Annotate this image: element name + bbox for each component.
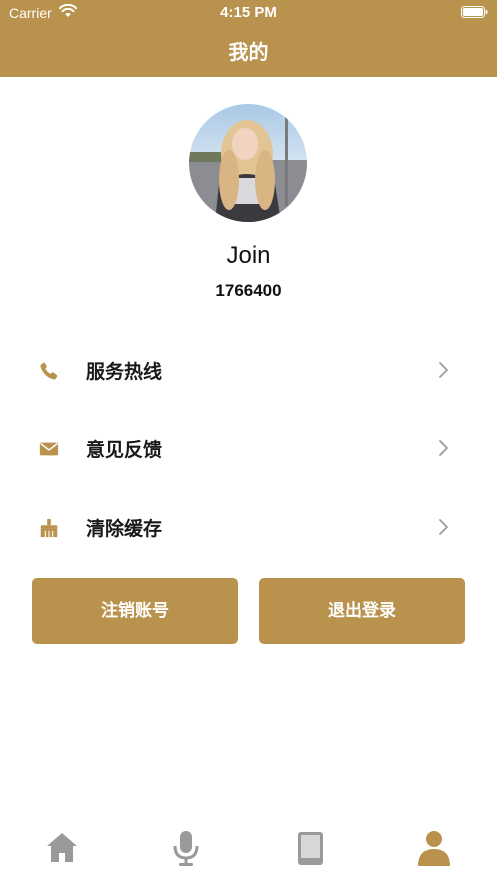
home-icon — [47, 833, 77, 862]
tab-bar — [0, 820, 497, 883]
tab-home[interactable] — [42, 828, 82, 868]
battery-icon — [461, 6, 488, 18]
chevron-right-icon — [439, 440, 448, 456]
avatar-photo — [189, 104, 307, 222]
tab-profile[interactable] — [414, 828, 454, 868]
phone-icon — [40, 362, 58, 380]
menu-item-clear-cache[interactable]: 清除缓存 — [0, 497, 497, 557]
book-icon — [298, 832, 323, 865]
broom-icon — [40, 518, 58, 538]
menu-item-label: 清除缓存 — [86, 518, 163, 540]
avatar[interactable] — [189, 104, 307, 222]
tab-book[interactable] — [290, 828, 330, 868]
logout-button[interactable]: 退出登录 — [259, 578, 465, 644]
page-title: 我的 — [228, 40, 269, 64]
envelope-icon — [39, 442, 59, 456]
tab-voice[interactable] — [166, 828, 206, 868]
menu-item-label: 意见反馈 — [86, 439, 163, 461]
navigation-header: Carrier 4:15 PM 我的 — [0, 0, 497, 77]
clock-time: 4:15 PM — [220, 4, 277, 21]
chevron-right-icon — [439, 362, 448, 378]
menu-item-service-hotline[interactable]: 服务热线 — [0, 340, 497, 400]
microphone-icon — [173, 831, 199, 866]
user-icon — [418, 831, 450, 866]
status-bar: Carrier 4:15 PM — [0, 0, 497, 26]
menu-item-label: 服务热线 — [86, 361, 163, 383]
cancel-account-button[interactable]: 注销账号 — [32, 578, 238, 644]
menu-item-feedback[interactable]: 意见反馈 — [0, 418, 497, 478]
username: Join — [226, 242, 271, 269]
user-id: 1766400 — [215, 281, 282, 300]
chevron-right-icon — [439, 519, 448, 535]
